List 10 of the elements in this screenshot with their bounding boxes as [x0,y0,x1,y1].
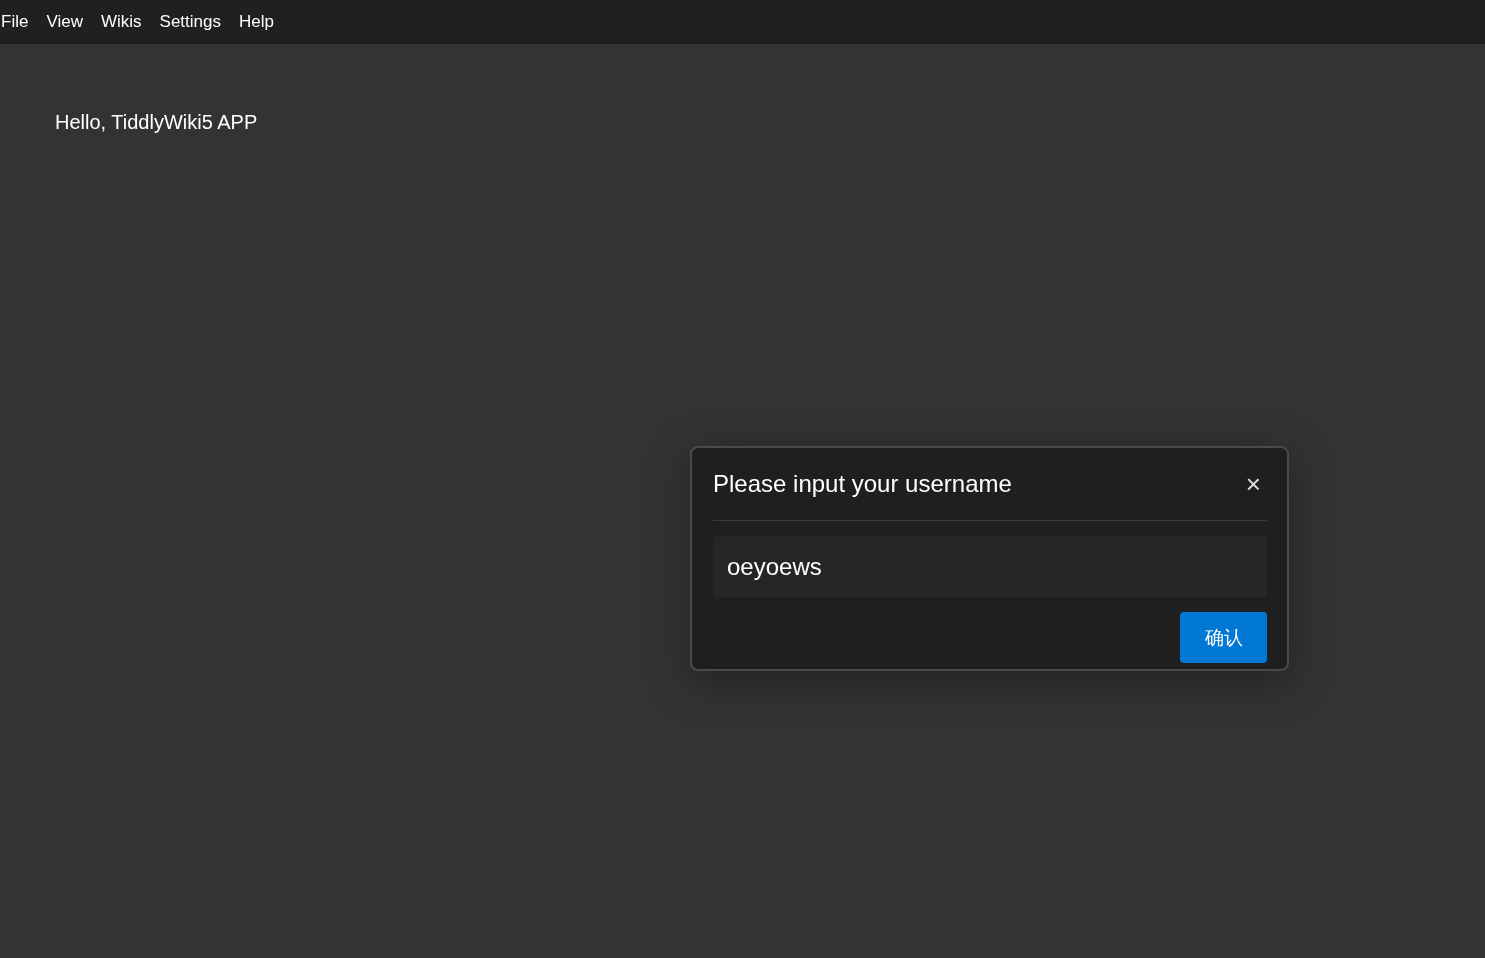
menu-item[interactable]: View [46,11,83,32]
menu-item[interactable]: Help [239,11,274,32]
close-button[interactable]: × [1239,471,1267,497]
username-input-field[interactable]: oeyoews [713,536,1267,597]
menu-item[interactable]: Settings [159,11,221,32]
menu-item[interactable]: File [1,11,29,32]
dialog-title: Please input your username [713,470,1012,498]
greeting-text: Hello, TiddlyWiki5 APP [55,111,258,134]
confirm-button[interactable]: 确认 [1180,612,1267,663]
menu-item[interactable]: Wikis [100,11,142,32]
